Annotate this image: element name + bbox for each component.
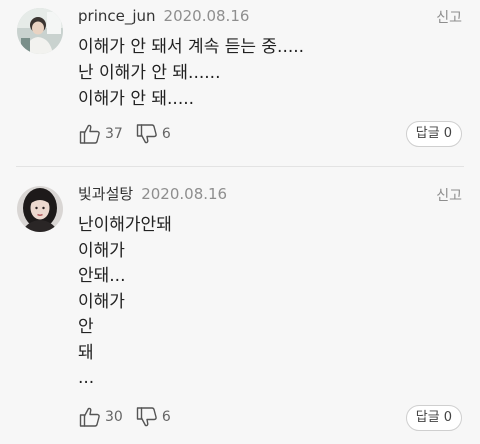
comment-actions: 30 6 bbox=[78, 404, 183, 430]
comment-line: 이해가 bbox=[78, 291, 125, 312]
comment-date: 2020.08.16 bbox=[163, 7, 250, 25]
comment-body: 난이해가안돼 이해가 안돼... 이해가 안 돼 ... bbox=[78, 213, 172, 392]
comment-line: 이해가 안 돼서 계속 듣는 중..... bbox=[78, 37, 305, 57]
comment-date: 2020.08.16 bbox=[141, 185, 228, 203]
comment-line: 이해가 bbox=[78, 240, 125, 261]
like-count: 37 bbox=[105, 126, 123, 142]
thumbs-down-icon bbox=[135, 122, 159, 146]
report-button[interactable]: 신고 bbox=[436, 7, 462, 27]
comment-body: 이해가 안 돼서 계속 듣는 중..... 난 이해가 안 돼...... 이해… bbox=[78, 34, 304, 112]
avatar[interactable] bbox=[17, 8, 63, 54]
avatar-photo bbox=[17, 186, 63, 232]
username[interactable]: prince_jun bbox=[78, 7, 156, 25]
comment-line: ... bbox=[78, 368, 95, 388]
report-button[interactable]: 신고 bbox=[436, 185, 462, 205]
comment-meta: prince_jun 2020.08.16 bbox=[78, 7, 249, 25]
comment-item: prince_jun 2020.08.16 신고 이해가 안 돼서 계속 듣는 중… bbox=[0, 0, 480, 166]
thumbs-up-icon bbox=[78, 122, 102, 146]
thumbs-down-icon bbox=[135, 405, 159, 429]
dislike-count: 6 bbox=[161, 409, 171, 425]
reply-count: 0 bbox=[443, 126, 452, 141]
comment-line: 난이해가안돼 bbox=[78, 215, 172, 235]
avatar[interactable] bbox=[17, 186, 63, 232]
like-count: 30 bbox=[105, 409, 123, 425]
dislike-button[interactable]: 6 bbox=[135, 405, 171, 429]
reply-button[interactable]: 답글 0 bbox=[405, 405, 462, 431]
like-button[interactable]: 37 bbox=[78, 122, 123, 146]
reply-label: 답글 bbox=[415, 410, 440, 425]
comment-line: 난 이해가 안 돼...... bbox=[78, 63, 221, 83]
comment-item: 빛과설탕 2020.08.16 신고 난이해가안돼 이해가 안돼... 이해가 안… bbox=[0, 166, 480, 444]
comment-line: 안 bbox=[78, 317, 94, 337]
comment-line: 이해가 안 돼..... bbox=[78, 89, 195, 109]
comment-actions: 37 6 bbox=[78, 121, 183, 147]
username[interactable]: 빛과설탕 bbox=[78, 185, 133, 203]
reply-button[interactable]: 답글 0 bbox=[405, 121, 462, 147]
dislike-count: 6 bbox=[161, 126, 171, 142]
dislike-button[interactable]: 6 bbox=[135, 122, 171, 146]
thumbs-up-icon bbox=[78, 405, 102, 429]
avatar-photo bbox=[17, 8, 63, 54]
comment-line: 안돼... bbox=[78, 266, 126, 286]
like-button[interactable]: 30 bbox=[78, 405, 123, 429]
comment-line: 돼 bbox=[78, 342, 94, 363]
reply-label: 답글 bbox=[415, 126, 440, 141]
comment-meta: 빛과설탕 2020.08.16 bbox=[78, 185, 227, 203]
reply-count: 0 bbox=[443, 410, 452, 425]
